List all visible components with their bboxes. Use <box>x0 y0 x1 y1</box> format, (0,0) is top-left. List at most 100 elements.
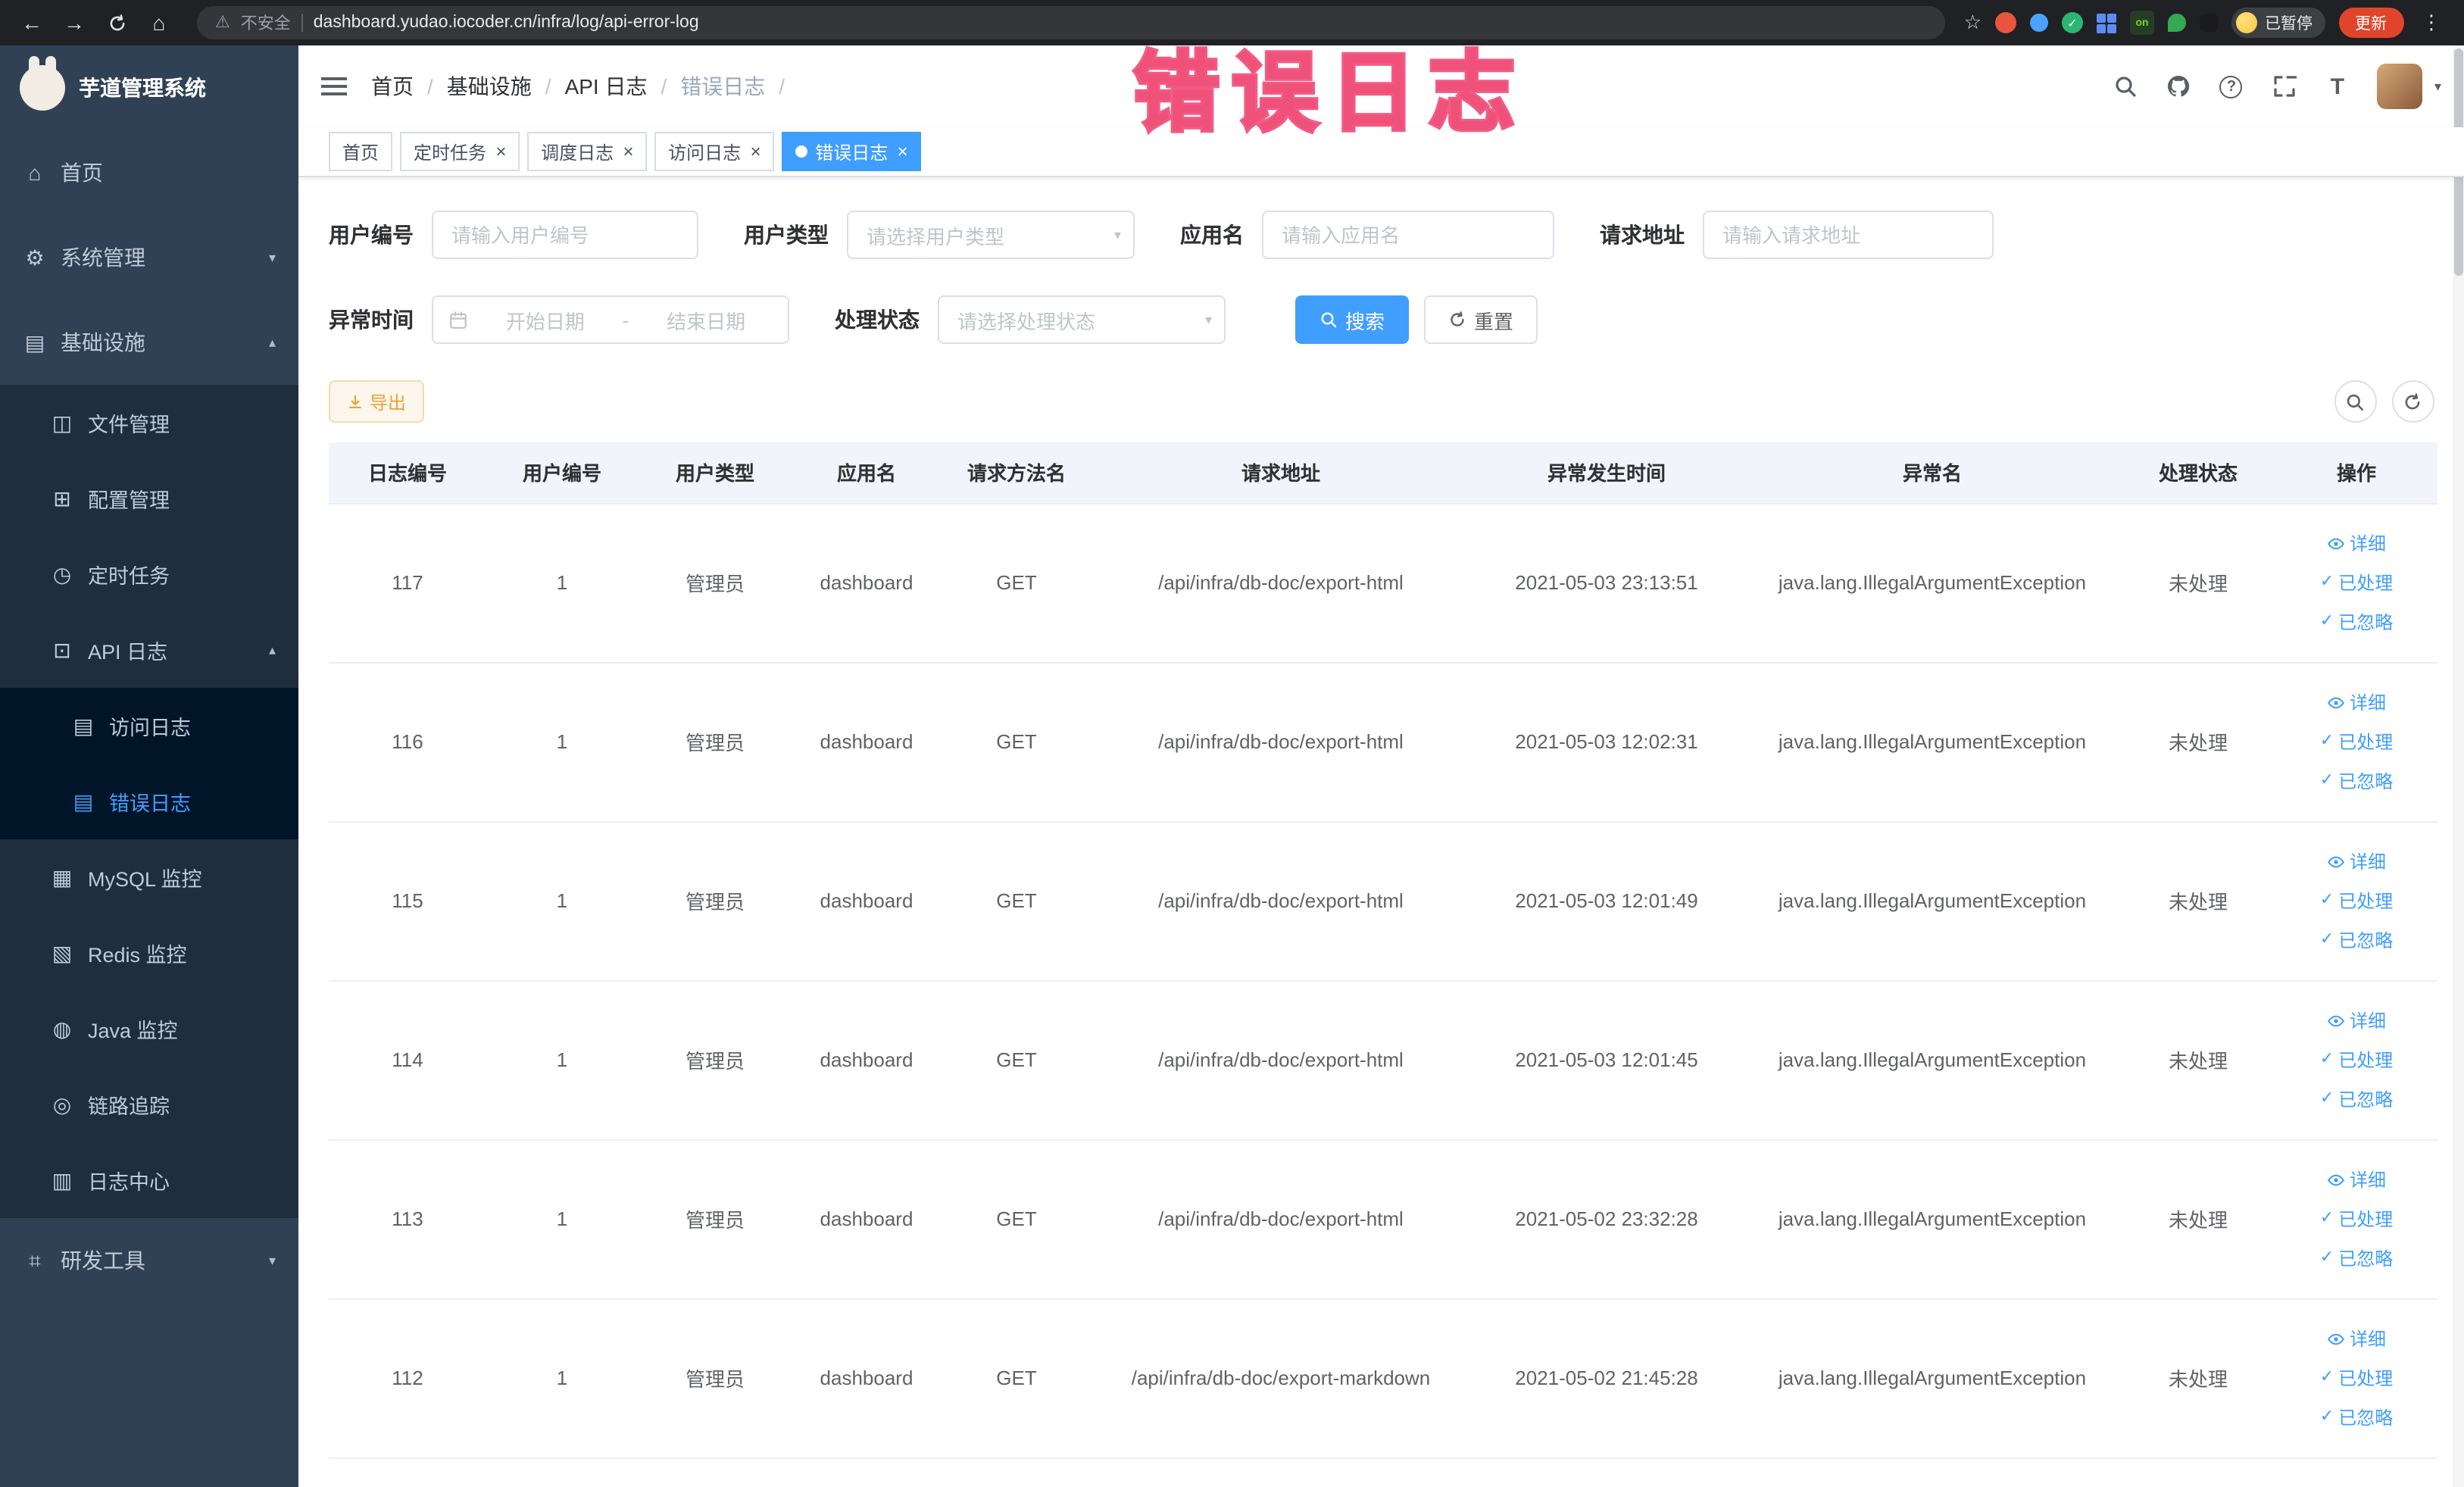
sidebar-item[interactable]: ◍ Java 监控 <box>0 991 298 1067</box>
fullscreen-icon[interactable] <box>2271 73 2298 100</box>
user-id-input[interactable] <box>432 211 698 259</box>
sidebar-item[interactable]: ▥ 日志中心 <box>0 1142 298 1218</box>
mark-processed-link[interactable]: ✓ 已处理 <box>2320 564 2393 601</box>
end-date-placeholder: 结束日期 <box>667 310 746 333</box>
row-actions: 详细 ✓ 已处理 ✓ 已忽略 <box>2284 1320 2428 1435</box>
check-icon: ✓ <box>2319 930 2334 948</box>
search-icon[interactable] <box>2112 73 2139 100</box>
tab[interactable]: 定时任务 × <box>400 132 520 171</box>
hamburger-icon[interactable] <box>321 77 347 95</box>
toggle-search-button[interactable] <box>2334 380 2376 423</box>
export-button[interactable]: 导出 <box>329 380 425 423</box>
user-avatar[interactable] <box>2376 64 2422 109</box>
tab[interactable]: 调度日志 × <box>527 132 648 171</box>
redis-icon: ▧ <box>52 940 73 964</box>
font-size-icon[interactable]: T <box>2324 73 2351 100</box>
breadcrumb-item[interactable]: API 日志 <box>565 71 681 102</box>
extension-red-icon[interactable] <box>1995 12 2016 33</box>
reset-button[interactable]: 重置 <box>1424 295 1538 344</box>
tab[interactable]: 首页 <box>329 132 393 171</box>
cell-request-url: /api/infra/db-doc/export-html <box>1092 662 1469 822</box>
breadcrumb-item[interactable]: 首页 <box>371 71 447 102</box>
mark-ignored-link[interactable]: ✓ 已忽略 <box>2320 1081 2393 1117</box>
address-bar[interactable]: ⚠ 不安全 dashboard.yudao.iocoder.cn/infra/l… <box>197 6 1946 39</box>
process-status-select[interactable]: 请选择处理状态 ▾ <box>938 295 1226 344</box>
sidebar-item[interactable]: ⌗ 研发工具 ▾ <box>0 1218 298 1303</box>
update-button[interactable]: 更新 <box>2338 8 2403 38</box>
request-url-input[interactable] <box>1703 211 1994 259</box>
sidebar-item[interactable]: ⌂ 首页 <box>0 130 298 215</box>
help-icon[interactable]: ? <box>2218 73 2245 100</box>
user-type-select[interactable]: 请选择用户类型 ▾ <box>847 211 1135 259</box>
breadcrumb-item[interactable]: 基础设施 <box>447 71 565 102</box>
filter-label: 应用名 <box>1180 223 1244 247</box>
column-header: 应用名 <box>792 442 941 504</box>
mark-processed-link[interactable]: ✓ 已处理 <box>2320 1042 2393 1078</box>
detail-link[interactable]: 详细 <box>2327 1002 2386 1039</box>
date-range-picker[interactable]: 开始日期 - 结束日期 <box>432 295 789 344</box>
apps-grid-icon[interactable] <box>2097 13 2116 33</box>
mark-processed-link[interactable]: ✓ 已处理 <box>2320 883 2393 919</box>
sidebar-item[interactable]: ⚙ 系统管理 ▾ <box>0 215 298 300</box>
back-icon[interactable]: ← <box>12 3 52 42</box>
tab-close-icon[interactable]: × <box>495 142 506 161</box>
sidebar-item[interactable]: ⊡ API 日志 ▴ <box>0 612 298 688</box>
table-row: 113 1 管理员 dashboard GET /api/infra/db-do… <box>329 1139 2437 1299</box>
sidebar-item[interactable]: ▤ 访问日志 <box>0 688 298 764</box>
avatar-caret-icon[interactable]: ▾ <box>2434 78 2441 95</box>
paused-profile-chip[interactable]: 已暂停 <box>2231 8 2325 38</box>
reload-icon[interactable] <box>97 3 136 42</box>
check-icon: ✓ <box>2319 771 2334 789</box>
refresh-button[interactable] <box>2391 380 2434 423</box>
mark-processed-link[interactable]: ✓ 已处理 <box>2320 723 2393 760</box>
pin-extension-icon[interactable] <box>2200 14 2218 32</box>
detail-link[interactable]: 详细 <box>2327 684 2386 720</box>
detail-link[interactable]: 详细 <box>2327 843 2386 879</box>
sidebar-item[interactable]: ◎ 链路追踪 <box>0 1067 298 1142</box>
detail-link[interactable]: 详细 <box>2327 1320 2386 1357</box>
cell-exception-time: 2021-05-03 23:13:51 <box>1469 503 1744 663</box>
github-icon[interactable] <box>2165 73 2192 100</box>
detail-link[interactable]: 详细 <box>2327 525 2386 561</box>
mark-ignored-link[interactable]: ✓ 已忽略 <box>2320 1399 2393 1435</box>
mark-ignored-link[interactable]: ✓ 已忽略 <box>2320 922 2393 958</box>
extension-blue-icon[interactable] <box>2030 14 2048 32</box>
browser-home-icon[interactable]: ⌂ <box>139 3 179 42</box>
on-badge-icon[interactable]: on <box>2130 11 2154 35</box>
sidebar-item[interactable]: ▤ 错误日志 <box>0 764 298 839</box>
mark-ignored-link[interactable]: ✓ 已忽略 <box>2320 1240 2393 1276</box>
bookmark-star-icon[interactable]: ☆ <box>1964 11 1982 35</box>
app-name-input[interactable] <box>1262 211 1554 259</box>
table-row: 116 1 管理员 dashboard GET /api/infra/db-do… <box>329 662 2437 822</box>
sidebar-item[interactable]: ◷ 定时任务 <box>0 536 298 612</box>
cell-user-id: 1 <box>486 980 638 1140</box>
processed-label: 已处理 <box>2338 572 2394 593</box>
mark-processed-link[interactable]: ✓ 已处理 <box>2320 1201 2393 1237</box>
mark-ignored-link[interactable]: ✓ 已忽略 <box>2320 604 2393 640</box>
sidebar-item[interactable]: ▧ Redis 监控 <box>0 915 298 991</box>
row-actions: 详细 ✓ 已处理 ✓ 已忽略 <box>2284 1002 2428 1117</box>
sidebar-item-label: 研发工具 <box>61 1248 145 1273</box>
search-button[interactable]: 搜索 <box>1295 295 1410 344</box>
tab[interactable]: 访问日志 × <box>654 132 775 171</box>
forward-icon[interactable]: → <box>55 3 94 42</box>
extension-green-check-icon[interactable]: ✓ <box>2062 12 2083 33</box>
mark-processed-link[interactable]: ✓ 已处理 <box>2320 1360 2393 1396</box>
tab-close-icon[interactable]: × <box>897 142 907 161</box>
sidebar-item[interactable]: ▤ 基础设施 ▴ <box>0 300 298 385</box>
cell-status: 未处理 <box>2121 821 2275 981</box>
detail-link[interactable]: 详细 <box>2327 1161 2386 1198</box>
browser-menu-icon[interactable]: ⋮ <box>2417 11 2446 35</box>
sidebar-item[interactable]: ⊞ 配置管理 <box>0 461 298 536</box>
sidebar-item[interactable]: ◫ 文件管理 <box>0 385 298 461</box>
cell-status: 未处理 <box>2121 1298 2275 1458</box>
cell-request-url: /api/infra/db-doc/export-html <box>1092 503 1469 663</box>
cell-request-url: /api/infra/db-doc/export-html <box>1092 821 1469 981</box>
tab-close-icon[interactable]: × <box>623 142 633 161</box>
detail-label: 详细 <box>2349 533 2386 554</box>
tab[interactable]: 错误日志 × <box>782 132 922 171</box>
leaf-extension-icon[interactable] <box>2168 14 2186 32</box>
tab-close-icon[interactable]: × <box>750 142 760 161</box>
mark-ignored-link[interactable]: ✓ 已忽略 <box>2320 763 2393 799</box>
sidebar-item[interactable]: ▦ MySQL 监控 <box>0 839 298 915</box>
